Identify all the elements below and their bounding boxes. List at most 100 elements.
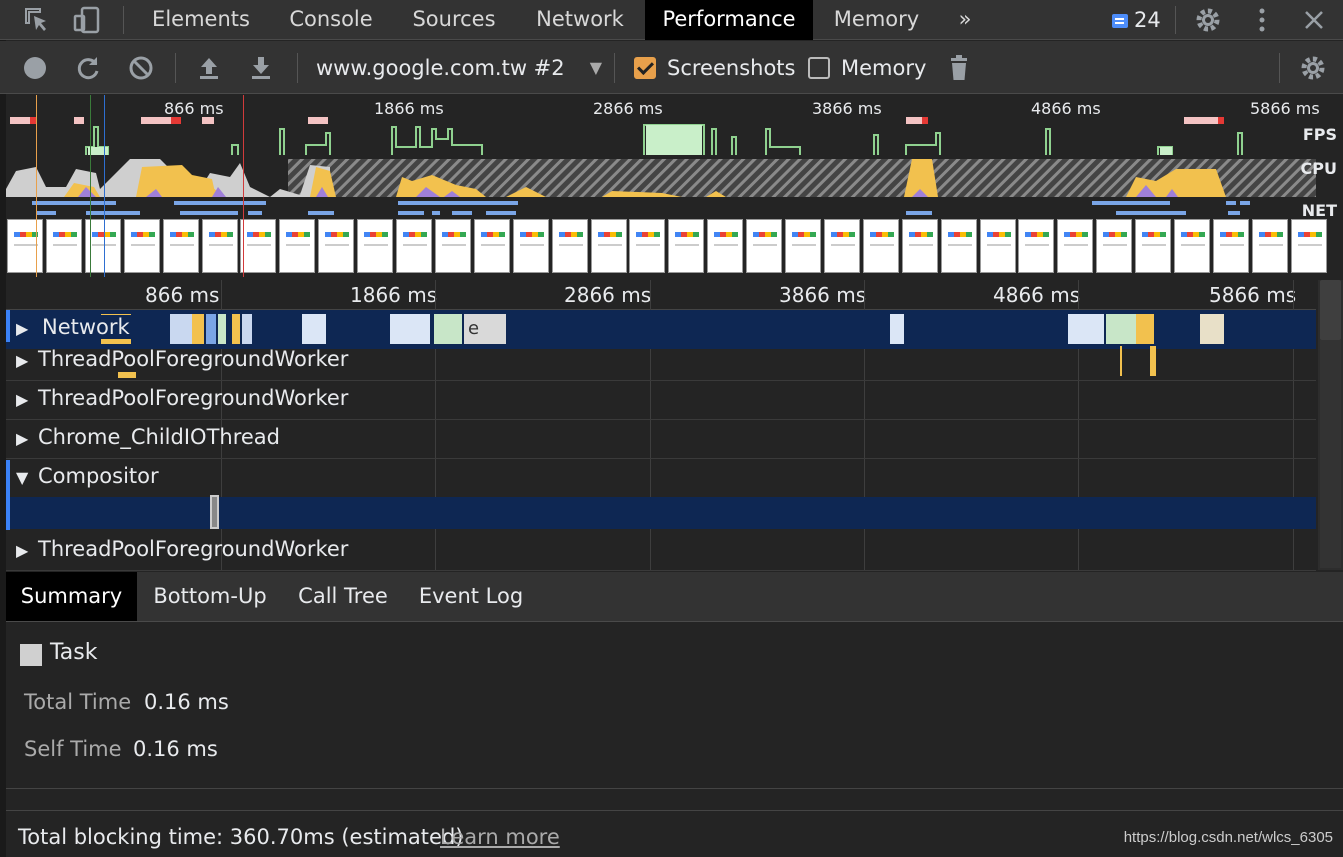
record-icon[interactable]	[21, 54, 49, 82]
trash-icon[interactable]	[945, 54, 973, 82]
screenshot-thumbnail[interactable]	[357, 219, 394, 273]
track-compositor[interactable]: ▼ Compositor	[6, 459, 1316, 498]
screenshot-thumbnail[interactable]	[1212, 219, 1249, 273]
screenshot-thumbnail[interactable]	[1096, 219, 1133, 273]
task-bar[interactable]	[1120, 346, 1122, 376]
network-request-bar[interactable]	[1200, 314, 1224, 344]
screenshot-thumbnail[interactable]	[512, 219, 549, 273]
screenshot-thumbnail[interactable]	[1057, 219, 1094, 273]
messages-badge[interactable]: 24	[1112, 6, 1161, 34]
tab-event-log[interactable]: Event Log	[412, 572, 530, 621]
search-box-thumb	[908, 244, 933, 246]
network-request-bar[interactable]	[232, 314, 240, 344]
capture-settings-gear-icon[interactable]	[1299, 54, 1327, 82]
memory-label[interactable]: Memory	[841, 53, 926, 83]
screenshot-thumbnail[interactable]	[1174, 219, 1210, 273]
tab-network[interactable]: Network	[520, 0, 640, 40]
screenshot-thumbnail[interactable]	[396, 219, 432, 273]
screenshot-thumbnail[interactable]	[1290, 219, 1327, 273]
screenshot-thumbnail[interactable]	[862, 219, 899, 273]
screenshot-thumbnail[interactable]	[45, 219, 82, 273]
collapsed-arrow-icon[interactable]: ▶	[16, 390, 28, 409]
screenshot-thumbnail[interactable]	[123, 219, 160, 273]
more-tabs-chevron-icon[interactable]: »	[945, 0, 985, 40]
network-request-bar[interactable]	[206, 314, 216, 344]
screenshot-thumbnail[interactable]	[823, 219, 860, 273]
tab-performance[interactable]: Performance	[645, 0, 813, 40]
screenshot-thumbnail[interactable]	[201, 219, 238, 273]
screenshot-thumbnail[interactable]	[162, 219, 199, 273]
tab-memory[interactable]: Memory	[820, 0, 933, 40]
track-threadpool-3[interactable]: ▶ ThreadPoolForegroundWorker	[6, 532, 1316, 571]
track-chrome-childiothread[interactable]: ▶ Chrome_ChildIOThread	[6, 420, 1316, 459]
network-request-bar[interactable]	[302, 314, 326, 344]
selected-task-bar[interactable]	[210, 495, 219, 529]
network-request-bar[interactable]	[242, 314, 252, 344]
screenshot-thumbnail[interactable]	[940, 219, 977, 273]
load-marker	[243, 95, 244, 277]
inspect-element-icon[interactable]	[22, 5, 52, 35]
screenshot-thumbnail[interactable]	[668, 219, 705, 273]
screenshots-label[interactable]: Screenshots	[667, 53, 795, 83]
collapsed-arrow-icon[interactable]: ▶	[16, 319, 28, 338]
screenshots-checkbox[interactable]	[634, 57, 656, 79]
screenshot-thumbnail[interactable]	[1135, 219, 1172, 273]
track-threadpool-1[interactable]: ▶ ThreadPoolForegroundWorker	[6, 342, 1316, 381]
device-toolbar-icon[interactable]	[72, 5, 102, 35]
tab-call-tree[interactable]: Call Tree	[290, 572, 396, 621]
scrollbar-thumb[interactable]	[1320, 280, 1341, 340]
flame-chart-scrollbar[interactable]	[1318, 280, 1343, 570]
screenshot-thumbnail[interactable]	[473, 219, 510, 273]
tab-sources[interactable]: Sources	[398, 0, 510, 40]
network-request-bar[interactable]	[170, 314, 192, 344]
timeline-overview[interactable]: 866 ms 1866 ms 2866 ms 3866 ms 4866 ms 5…	[6, 95, 1343, 277]
clear-icon[interactable]	[127, 54, 155, 82]
screenshot-thumbnail[interactable]	[707, 219, 744, 273]
memory-checkbox[interactable]	[808, 57, 830, 79]
screenshot-thumbnail[interactable]	[746, 219, 783, 273]
tab-bottom-up[interactable]: Bottom-Up	[145, 572, 275, 621]
collapsed-arrow-icon[interactable]: ▶	[16, 541, 28, 560]
learn-more-link[interactable]: Learn more	[440, 825, 560, 849]
more-vertical-icon[interactable]	[1247, 5, 1277, 35]
task-bar[interactable]	[118, 372, 136, 378]
network-request-bar[interactable]	[218, 314, 226, 344]
screenshot-thumbnail[interactable]	[551, 219, 588, 273]
network-request-bar[interactable]	[1068, 314, 1104, 344]
screenshot-thumbnail[interactable]	[1251, 219, 1288, 273]
screenshot-thumbnail[interactable]	[901, 219, 938, 273]
screenshot-thumbnail[interactable]	[434, 219, 471, 273]
screenshot-thumbnail[interactable]	[785, 219, 821, 273]
collapsed-arrow-icon[interactable]: ▶	[16, 429, 28, 448]
profile-select[interactable]: www.google.com.tw #2 ▼	[316, 52, 606, 84]
screenshot-thumbnail[interactable]	[979, 219, 1016, 273]
flame-chart-tracks[interactable]: e ▶ Network ▶ ThreadPoolForegroundWorker…	[6, 310, 1316, 571]
screenshot-thumbnail[interactable]	[240, 219, 277, 273]
screenshot-thumbnail[interactable]	[590, 219, 627, 273]
task-bar[interactable]	[1150, 346, 1156, 376]
compositor-selected-row[interactable]	[6, 495, 1316, 529]
screenshot-thumbnail[interactable]	[7, 219, 43, 273]
screenshot-thumbnail[interactable]	[279, 219, 316, 273]
screenshot-thumbnail[interactable]	[318, 219, 355, 273]
expanded-arrow-icon[interactable]: ▼	[16, 468, 28, 487]
network-request-bar[interactable]	[1136, 314, 1154, 344]
collapsed-arrow-icon[interactable]: ▶	[16, 351, 28, 370]
reload-icon[interactable]	[74, 54, 102, 82]
tab-elements[interactable]: Elements	[140, 0, 262, 40]
network-request-bar[interactable]	[890, 314, 904, 344]
close-icon[interactable]	[1299, 5, 1329, 35]
network-request-bar[interactable]	[390, 314, 430, 344]
tab-console[interactable]: Console	[272, 0, 390, 40]
download-icon[interactable]	[247, 54, 275, 82]
network-request-bar[interactable]	[192, 314, 204, 344]
network-request-bar[interactable]	[434, 314, 462, 344]
screenshot-thumbnail[interactable]	[1018, 219, 1055, 273]
screenshot-thumbnail[interactable]	[629, 219, 666, 273]
upload-icon[interactable]	[195, 54, 223, 82]
settings-gear-icon[interactable]	[1193, 5, 1223, 35]
tab-summary[interactable]: Summary	[6, 572, 137, 621]
network-request-bar[interactable]	[1106, 314, 1136, 344]
network-request-bar[interactable]: e	[464, 314, 506, 344]
track-threadpool-2[interactable]: ▶ ThreadPoolForegroundWorker	[6, 381, 1316, 420]
